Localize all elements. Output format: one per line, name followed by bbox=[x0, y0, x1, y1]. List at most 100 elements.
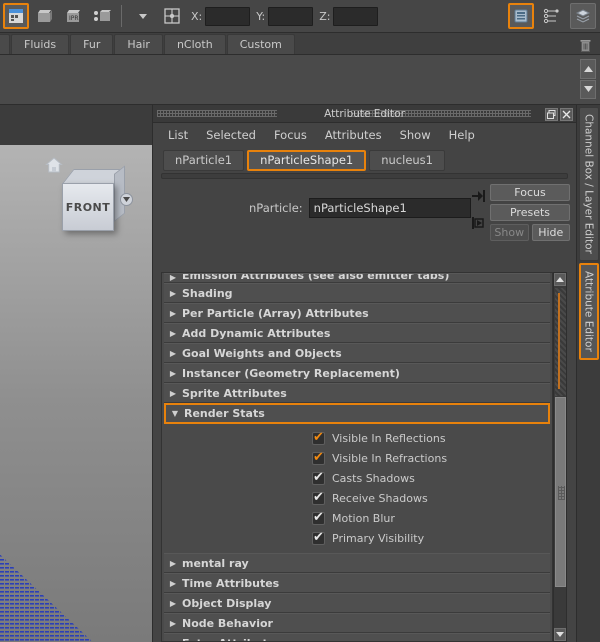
layer-editor-toggle-icon[interactable] bbox=[570, 3, 596, 29]
checkbox-visible-in-refractions[interactable]: ✔ bbox=[312, 452, 325, 465]
tab-nparticleshape1[interactable]: nParticleShape1 bbox=[247, 150, 366, 171]
chevron-right-icon: ▶ bbox=[164, 639, 182, 642]
home-icon[interactable] bbox=[45, 157, 63, 177]
checkbox-row-casts-shadows[interactable]: ✔ Casts Shadows bbox=[164, 468, 550, 488]
check-icon: ✔ bbox=[313, 471, 324, 484]
3d-viewport[interactable]: FRONT bbox=[0, 105, 152, 642]
section-instancer-geometry-replacement[interactable]: ▶ Instancer (Geometry Replacement) bbox=[164, 363, 550, 383]
section-label: Add Dynamic Attributes bbox=[182, 327, 330, 340]
menu-attributes[interactable]: Attributes bbox=[318, 126, 389, 144]
checkbox-label: Motion Blur bbox=[332, 512, 395, 525]
checkbox-visible-in-reflections[interactable]: ✔ bbox=[312, 432, 325, 445]
viewport-top-gap bbox=[0, 105, 152, 145]
scrollbar-position-indicator bbox=[558, 293, 560, 389]
attribute-editor-toggle-icon[interactable] bbox=[508, 3, 534, 29]
checkbox-row-receive-shadows[interactable]: ✔ Receive Shadows bbox=[164, 488, 550, 508]
vtab-channel-box-layer-editor[interactable]: Channel Box / Layer Editor bbox=[579, 107, 599, 261]
channel-box-toggle-icon[interactable] bbox=[539, 3, 565, 29]
chevron-down-icon: ▼ bbox=[166, 409, 184, 418]
render-stats-checkbox-group: ✔ Visible In Reflections ✔ Visible In Re… bbox=[164, 424, 550, 553]
section-per-particle-array-attributes[interactable]: ▶ Per Particle (Array) Attributes bbox=[164, 303, 550, 323]
chevron-down-icon[interactable] bbox=[130, 3, 156, 29]
selection-mask-icon[interactable] bbox=[159, 3, 185, 29]
section-extra-attributes[interactable]: ▶ Extra Attributes bbox=[164, 633, 550, 642]
chevron-right-icon: ▶ bbox=[164, 559, 182, 568]
viewcube-front-face[interactable]: FRONT bbox=[62, 183, 114, 231]
presets-button[interactable]: Presets bbox=[490, 204, 570, 221]
section-label: Object Display bbox=[182, 597, 271, 610]
check-icon: ✔ bbox=[313, 491, 324, 504]
restore-window-icon[interactable] bbox=[545, 108, 558, 121]
chevron-right-icon: ▶ bbox=[164, 349, 182, 358]
shelf-tab-clipped[interactable] bbox=[0, 34, 10, 54]
checkbox-primary-visibility[interactable]: ✔ bbox=[312, 532, 325, 545]
scrollbar-thumb[interactable] bbox=[555, 397, 566, 587]
section-emission-attributes[interactable]: ▶ Emission Attributes (see also emitter … bbox=[164, 273, 550, 283]
menu-show[interactable]: Show bbox=[393, 126, 438, 144]
scroll-down-icon[interactable] bbox=[554, 628, 566, 641]
section-node-behavior[interactable]: ▶ Node Behavior bbox=[164, 613, 550, 633]
chevron-right-icon: ▶ bbox=[164, 273, 182, 282]
tab-nparticle1[interactable]: nParticle1 bbox=[163, 150, 244, 171]
node-tab-bar: nParticle1 nParticleShape1 nucleus1 bbox=[153, 147, 576, 173]
coord-input-z[interactable] bbox=[333, 7, 378, 26]
section-add-dynamic-attributes[interactable]: ▶ Add Dynamic Attributes bbox=[164, 323, 550, 343]
section-label: Time Attributes bbox=[182, 577, 279, 590]
checkbox-row-visible-in-reflections[interactable]: ✔ Visible In Reflections bbox=[164, 428, 550, 448]
scroll-down-icon[interactable] bbox=[580, 80, 596, 100]
checkbox-row-visible-in-refractions[interactable]: ✔ Visible In Refractions bbox=[164, 448, 550, 468]
scroll-up-icon[interactable] bbox=[580, 59, 596, 79]
checkbox-row-motion-blur[interactable]: ✔ Motion Blur bbox=[164, 508, 550, 528]
attribute-editor-titlebar[interactable]: Attribute Editor bbox=[153, 105, 576, 123]
scrollbar-track[interactable] bbox=[555, 288, 566, 396]
menu-help[interactable]: Help bbox=[442, 126, 482, 144]
render-settings-icon[interactable] bbox=[90, 3, 116, 29]
checkbox-row-primary-visibility[interactable]: ✔ Primary Visibility bbox=[164, 528, 550, 548]
section-mental-ray[interactable]: ▶ mental ray bbox=[164, 553, 550, 573]
shelf-tab-fluids[interactable]: Fluids bbox=[11, 34, 69, 54]
shelf-tab-hair[interactable]: Hair bbox=[114, 34, 163, 54]
shelf-tab-bar: Fluids Fur Hair nCloth Custom bbox=[0, 33, 600, 55]
ipr-render-frame-icon[interactable]: IPR bbox=[61, 3, 87, 29]
section-render-stats[interactable]: ▼ Render Stats bbox=[164, 403, 550, 424]
menu-focus[interactable]: Focus bbox=[267, 126, 314, 144]
ipr-render-icon[interactable] bbox=[32, 3, 58, 29]
scroll-up-icon[interactable] bbox=[554, 273, 566, 286]
coord-input-x[interactable] bbox=[205, 7, 250, 26]
vtab-label: Attribute Editor bbox=[583, 265, 595, 358]
show-button[interactable]: Show bbox=[490, 224, 529, 241]
checkbox-casts-shadows[interactable]: ✔ bbox=[312, 472, 325, 485]
tab-nucleus1[interactable]: nucleus1 bbox=[369, 150, 445, 171]
focus-button[interactable]: Focus bbox=[490, 184, 570, 201]
section-object-display[interactable]: ▶ Object Display bbox=[164, 593, 550, 613]
checkbox-motion-blur[interactable]: ✔ bbox=[312, 512, 325, 525]
hide-button[interactable]: Hide bbox=[532, 224, 571, 241]
checkbox-receive-shadows[interactable]: ✔ bbox=[312, 492, 325, 505]
section-label: Shading bbox=[182, 287, 233, 300]
render-current-frame-icon[interactable] bbox=[3, 3, 29, 29]
copy-tab-icon[interactable] bbox=[471, 215, 489, 234]
view-cube[interactable]: FRONT bbox=[62, 169, 124, 231]
node-name-input[interactable] bbox=[309, 198, 471, 218]
load-attributes-icon[interactable] bbox=[471, 188, 489, 207]
menu-selected[interactable]: Selected bbox=[199, 126, 263, 144]
vtab-attribute-editor[interactable]: Attribute Editor bbox=[579, 263, 599, 360]
viewcube-dropdown-icon[interactable] bbox=[120, 193, 133, 206]
maya-window: IPR X: Y: Z: bbox=[0, 0, 600, 642]
coord-input-y[interactable] bbox=[268, 7, 313, 26]
checkbox-label: Visible In Reflections bbox=[332, 432, 446, 445]
shelf-tab-ncloth[interactable]: nCloth bbox=[164, 34, 226, 54]
checkbox-label: Visible In Refractions bbox=[332, 452, 447, 465]
shelf-tab-custom[interactable]: Custom bbox=[227, 34, 295, 54]
section-sprite-attributes[interactable]: ▶ Sprite Attributes bbox=[164, 383, 550, 403]
section-goal-weights-and-objects[interactable]: ▶ Goal Weights and Objects bbox=[164, 343, 550, 363]
chevron-right-icon: ▶ bbox=[164, 369, 182, 378]
shelf-tab-fur[interactable]: Fur bbox=[70, 34, 113, 54]
section-time-attributes[interactable]: ▶ Time Attributes bbox=[164, 573, 550, 593]
section-shading[interactable]: ▶ Shading bbox=[164, 283, 550, 303]
menu-list[interactable]: List bbox=[161, 126, 195, 144]
attribute-list-scrollbar[interactable] bbox=[553, 272, 567, 642]
close-window-icon[interactable] bbox=[560, 108, 573, 121]
trash-icon bbox=[579, 38, 592, 53]
shelf-trash-button[interactable] bbox=[574, 36, 596, 54]
